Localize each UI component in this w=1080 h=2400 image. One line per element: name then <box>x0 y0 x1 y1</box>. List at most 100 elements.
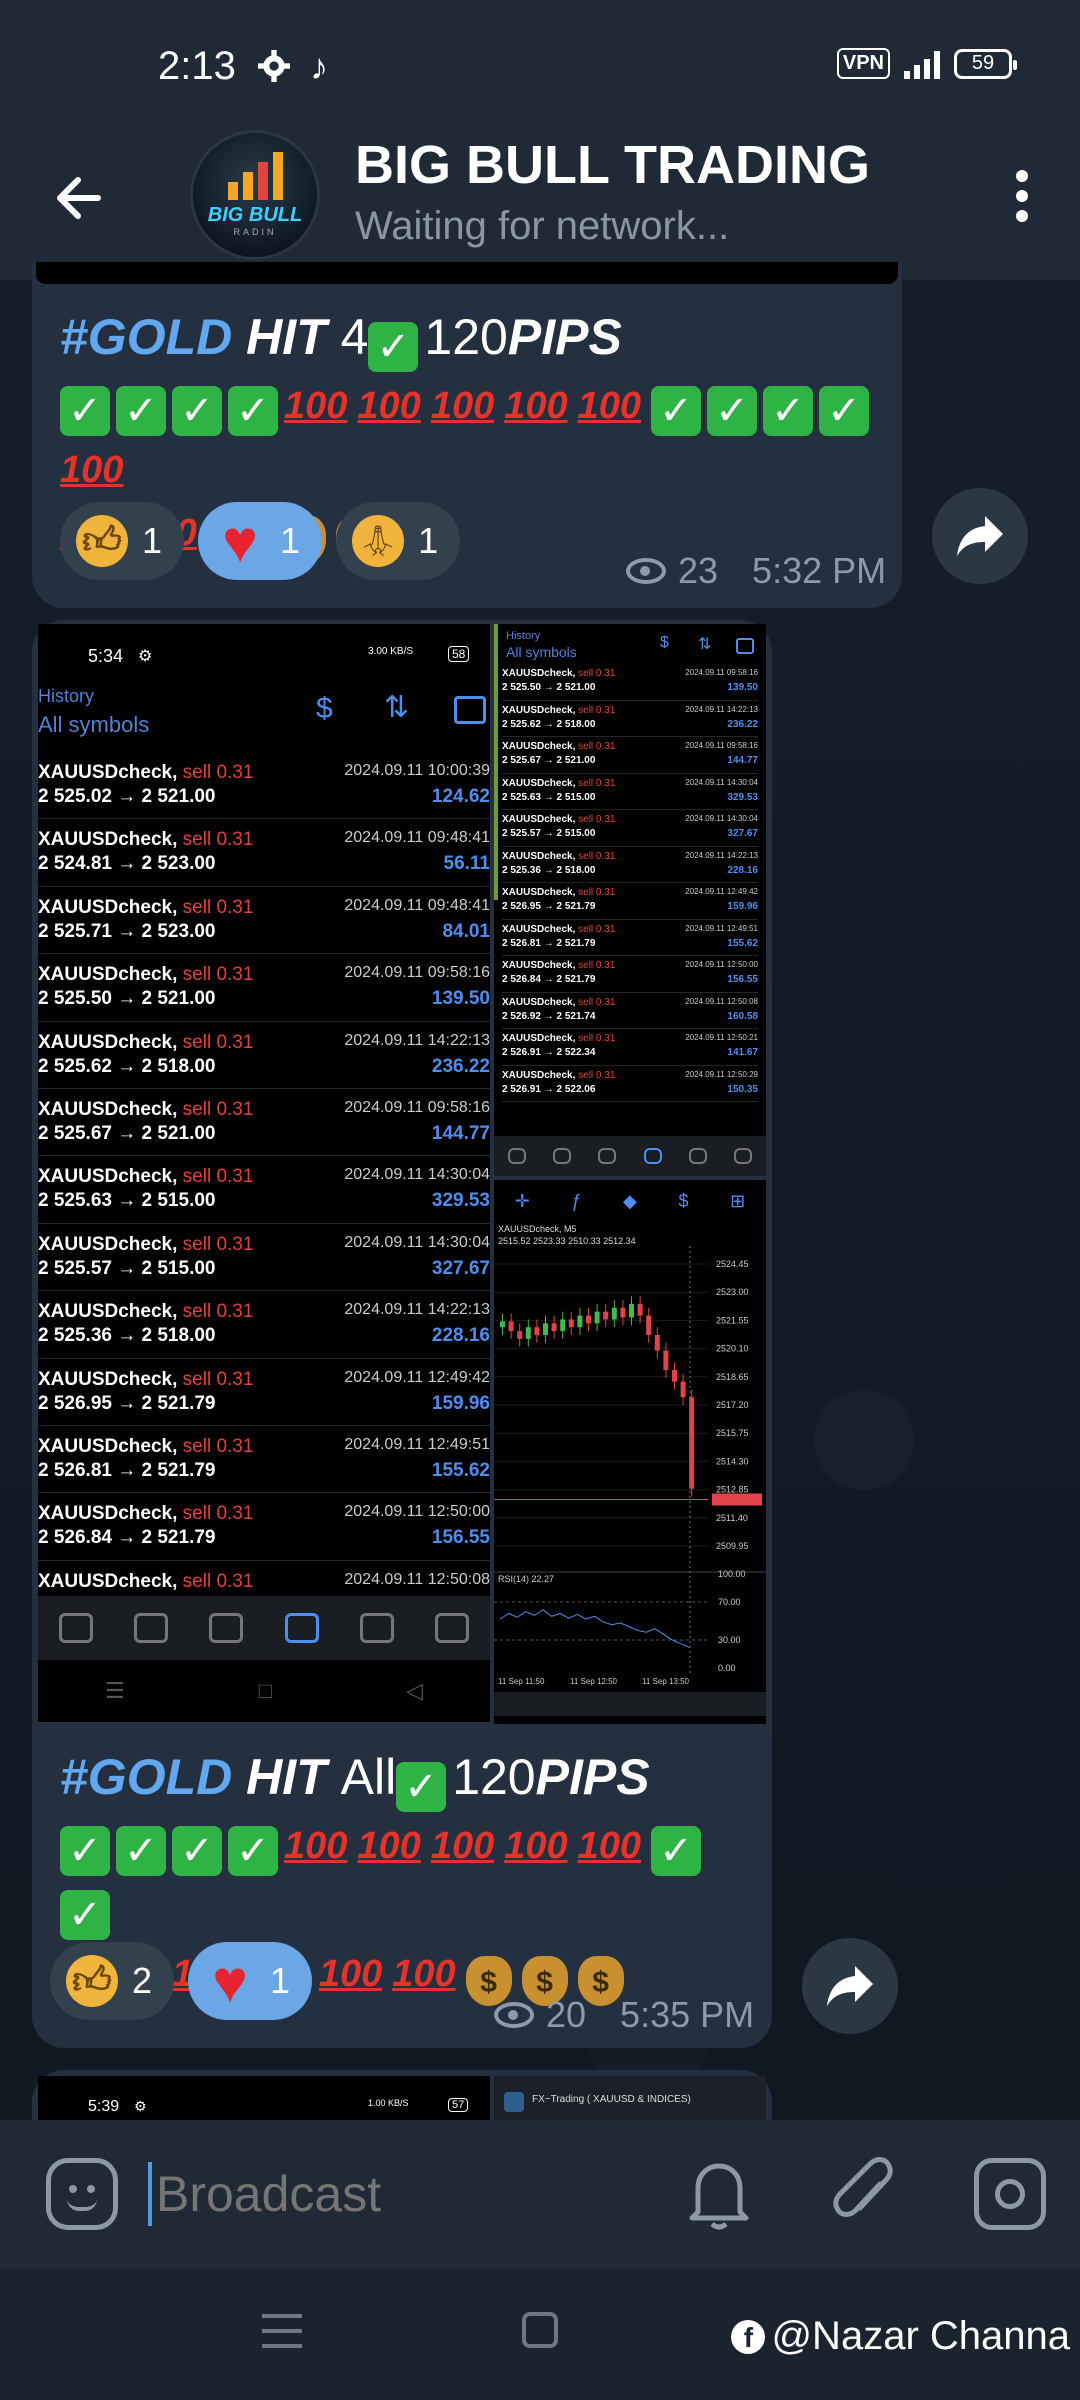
history-row[interactable]: XAUUSDcheck, sell 0.31 2 524.81 → 2 523.0… <box>38 819 490 887</box>
history-row[interactable]: XAUUSDcheck, sell 0.31 2 525.62 → 2 518.0… <box>38 1022 490 1089</box>
price-chart: 2524.45 2523.00 2521.55 2520.10 2518.65 2517.… <box>494 1246 766 1716</box>
vpn-icon: VPN <box>836 48 890 79</box>
share-button[interactable] <box>932 488 1028 584</box>
reaction-pray[interactable]: 🙏︎ 1 <box>336 502 461 580</box>
hit-count: 4 <box>340 309 369 365</box>
row-side: sell 0.31 <box>182 896 254 918</box>
indicator-icon: ƒ <box>571 1190 582 1211</box>
history-row[interactable]: XAUUSDcheck, sell 0.31 2 526.81 → 2 521.7… <box>38 1426 490 1494</box>
history-row[interactable]: XAUUSDcheck, sell 0.31 2 525.36 → 2 518.0… <box>502 847 758 883</box>
history-screenshot[interactable]: 5:34 ⚙ 3.00 KB/S 58 History All symbols … <box>38 624 490 1722</box>
history-row[interactable]: XAUUSDcheck, sell 0.31 2 526.92 → 2 521.7… <box>502 993 758 1029</box>
row-symbol: XAUUSDcheck, sell 0.31 <box>502 996 616 1008</box>
history-row[interactable]: XAUUSDcheck, sell 0.31 2 526.91 → 2 522.3… <box>502 1029 758 1066</box>
row-profit: 150.35 <box>727 1083 758 1095</box>
history-screenshot-small[interactable]: History All symbols $ ⇅ XAUUSDcheck, sel… <box>494 624 766 1176</box>
history-row[interactable]: XAUUSDcheck, sell 0.31 2 525.71 → 2 523.0… <box>38 887 490 955</box>
candle-body <box>551 1323 557 1332</box>
row-side: sell 0.31 <box>182 829 254 851</box>
trade-tab-icon <box>598 1148 617 1164</box>
view-count: 23 <box>678 550 719 591</box>
reaction-heart[interactable]: ♥ 1 <box>198 502 323 580</box>
pips-value: 120 <box>452 1749 536 1805</box>
row-profit: 124.62 <box>431 786 490 807</box>
history-row[interactable]: XAUUSDcheck, sell 0.31 2 525.62 → 2 518.0… <box>502 701 758 737</box>
symbol-icon: $ <box>678 1190 689 1211</box>
symbol-filter-icon[interactable]: $ <box>316 692 333 726</box>
history-row[interactable]: XAUUSDcheck, sell 0.31 2 525.02 → 2 521.0… <box>38 752 490 820</box>
history-row[interactable]: XAUUSDcheck, sell 0.31 2 526.84 → 2 521.7… <box>38 1493 490 1561</box>
check-icon: ✓ <box>651 1826 702 1876</box>
sort-icon[interactable]: ⇅ <box>384 690 409 725</box>
row-symbol: XAUUSDcheck, sell 0.31 <box>38 1503 254 1525</box>
history-row[interactable]: XAUUSDcheck, sell 0.31 2 525.50 → 2 521.0… <box>38 954 490 1022</box>
candle-body <box>654 1334 660 1351</box>
history-row[interactable]: XAUUSDcheck, sell 0.31 2 525.67 → 2 521.0… <box>502 737 758 774</box>
home-icon[interactable] <box>522 2312 558 2348</box>
reaction-thumbs-up[interactable]: 👍︎ 2 <box>50 1942 175 2020</box>
history-row[interactable]: XAUUSDcheck, sell 0.31 2 525.57 → 2 515.0… <box>502 810 758 847</box>
rsi-level-label: 30.00 <box>718 1635 741 1645</box>
reaction-thumbs-up[interactable]: 👍︎ 1 <box>60 502 185 580</box>
row-prices: 2 526.95 → 2 521.79 <box>502 901 596 912</box>
sticker-icon[interactable] <box>46 2158 118 2230</box>
history-row[interactable]: XAUUSDcheck, sell 0.31 2 525.67 → 2 521.0… <box>38 1089 490 1157</box>
history-row[interactable]: XAUUSDcheck, sell 0.31 2 525.57 → 2 515.0… <box>38 1224 490 1292</box>
row-datetime: 2024.09.11 14:22:13 <box>344 1031 490 1049</box>
reaction-heart[interactable]: ♥ 1 <box>188 1942 313 2020</box>
chat-header: 2:13 ♪ VPN 59 BIG BULL RADIN BIG BULL TR… <box>0 0 1080 280</box>
history-row[interactable]: XAUUSDcheck, sell 0.31 2 525.50 → 2 521.0… <box>502 664 758 701</box>
row-side: sell 0.31 <box>578 887 616 898</box>
history-row[interactable]: XAUUSDcheck, sell 0.31 2 525.63 → 2 515.0… <box>38 1156 490 1224</box>
hundred-icon: 100 <box>577 1825 642 1867</box>
chart-screenshot[interactable]: ✛ ƒ ◆ $ ⊞ XAUUSDcheck, M5 2515.52 2523.33 25… <box>494 1180 766 1724</box>
gold-hashtag[interactable]: #GOLD <box>60 309 232 365</box>
row-symbol: XAUUSDcheck, sell 0.31 <box>502 923 616 935</box>
history-row[interactable]: XAUUSDcheck, sell 0.31 2 525.63 → 2 515.0… <box>502 774 758 810</box>
row-prices: 2 525.36 → 2 518.00 <box>502 864 596 876</box>
attach-paperclip-icon[interactable] <box>830 2154 900 2234</box>
rsi-label: RSI(14) 22.27 <box>498 1574 554 1584</box>
camera-icon[interactable] <box>974 2158 1046 2230</box>
next-screenshot-preview[interactable]: 5:39 ⚙ 1.00 KB/S 57 <box>38 2076 490 2120</box>
row-symbol: XAUUSDcheck, sell 0.31 <box>38 1233 254 1255</box>
chat-tab-icon <box>435 1613 470 1643</box>
history-row[interactable]: XAUUSDcheck, sell 0.31 2 526.81 → 2 521.7… <box>502 920 758 956</box>
row-datetime: 2024.09.11 14:30:04 <box>685 777 758 787</box>
next-screenshot-preview-2[interactable]: FX~Trading ( XAUUSD & INDICES) <box>494 2076 766 2120</box>
candle-body <box>560 1319 566 1332</box>
history-tab-icon <box>284 1613 319 1643</box>
row-prices: 2 525.50 → 2 521.00 <box>38 988 216 1010</box>
check-icon: ✓ <box>60 1826 110 1876</box>
check-icon: ✓ <box>396 1762 447 1812</box>
row-side: sell 0.31 <box>182 964 254 986</box>
row-side: sell 0.31 <box>182 1233 254 1255</box>
gold-hashtag[interactable]: #GOLD <box>60 1749 232 1805</box>
time-tick-label: 11 Sep 12:50 <box>570 1677 618 1686</box>
share-button[interactable] <box>802 1938 898 2034</box>
news-tab-icon <box>688 1148 707 1164</box>
history-row[interactable]: XAUUSDcheck, sell 0.31 2 525.36 → 2 518.0… <box>38 1291 490 1359</box>
all-symbols-label[interactable]: All symbols <box>38 712 149 738</box>
back-arrow-icon[interactable] <box>50 168 110 228</box>
row-profit: 139.50 <box>727 682 758 693</box>
row-prices: 2 524.81 → 2 523.00 <box>38 853 216 875</box>
screenshot-tabbar <box>38 1596 490 1660</box>
hundred-icon: 100 <box>357 1825 421 1867</box>
channel-title[interactable]: BIG BULL TRADING <box>355 134 870 196</box>
history-row[interactable]: XAUUSDcheck, sell 0.31 2 526.84 → 2 521.7… <box>502 956 758 993</box>
channel-avatar[interactable]: BIG BULL RADIN <box>190 130 320 260</box>
more-options-icon[interactable] <box>992 164 1052 228</box>
history-row[interactable]: XAUUSDcheck, sell 0.31 2 526.95 → 2 521.7… <box>38 1359 490 1426</box>
message-input[interactable] <box>148 2162 668 2226</box>
history-row[interactable]: XAUUSDcheck, sell 0.31 2 526.91 → 2 522.0… <box>502 1066 758 1102</box>
hundred-icon: 100 <box>318 1953 383 1995</box>
row-symbol: XAUUSDcheck, sell 0.31 <box>38 1301 254 1323</box>
recent-apps-icon[interactable] <box>262 2314 302 2348</box>
check-icon: ✓ <box>368 322 419 372</box>
row-profit: 236.22 <box>727 718 758 730</box>
history-row[interactable]: XAUUSDcheck, sell 0.31 2 526.95 → 2 521.7… <box>502 883 758 920</box>
pips-word: PIPS <box>507 309 622 365</box>
calendar-icon[interactable] <box>454 696 486 724</box>
notification-bell-icon[interactable] <box>686 2156 752 2232</box>
